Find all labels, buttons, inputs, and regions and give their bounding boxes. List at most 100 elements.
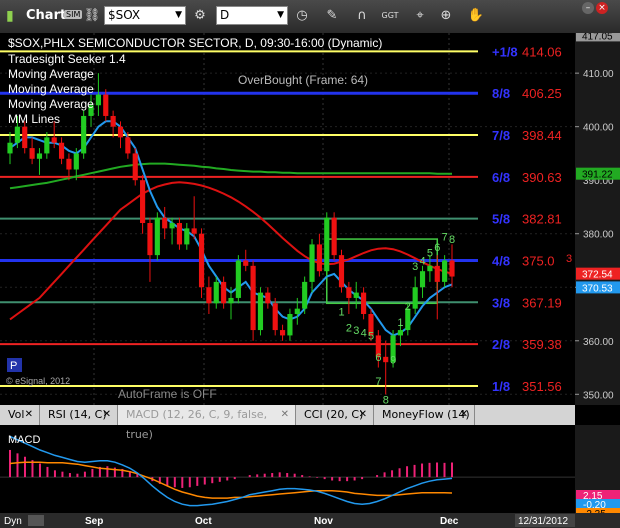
chart-header-title: $SOX,PHLX SEMICONDUCTOR SECTOR, D, 09:30… [8, 36, 382, 50]
candle-body [434, 265, 440, 282]
candle-body [103, 94, 109, 116]
indicator-tabs: Vol ✕ RSI (14, C) ✕ MACD (12, 26, C, 9, fa… [0, 405, 575, 441]
settings-gear-icon[interactable]: ⚙ [190, 6, 210, 26]
tab-vol[interactable]: Vol ✕ [0, 405, 40, 425]
month-label: Dec [440, 516, 459, 527]
scroll-handle[interactable] [28, 515, 44, 526]
candle-body [191, 228, 197, 234]
chart-icon: ▮ [6, 8, 14, 24]
candle-body [169, 223, 175, 229]
seeker-count: 4 [420, 255, 426, 267]
murrey-label: 8/8 [492, 86, 510, 101]
candle-body [154, 217, 160, 256]
seeker-count: 6 [434, 242, 440, 254]
candle-body [449, 260, 455, 277]
overbought-label: OverBought (Frame: 64) [238, 73, 368, 87]
study-label: Moving Average [8, 97, 94, 111]
partial-label: 3 [566, 253, 572, 265]
close-icon[interactable]: ✕ [359, 405, 367, 425]
candle-body [353, 292, 359, 298]
murrey-label: 3/8 [492, 295, 510, 310]
ggt-button[interactable]: GGT [380, 6, 400, 26]
link-icon[interactable]: ⛓ [82, 6, 102, 26]
copyright: © eSignal, 2012 [6, 376, 70, 386]
hand-icon[interactable]: ✋ [466, 6, 486, 26]
interval-input[interactable]: D ▼ [216, 6, 288, 25]
murrey-value: 359.38 [522, 337, 562, 352]
candle-body [250, 265, 256, 331]
clock-icon[interactable]: ◷ [292, 6, 312, 26]
symbol-input[interactable]: $SOX ▼ [104, 6, 186, 25]
candle-body [316, 244, 322, 272]
crosshair-icon[interactable]: ⌖ [410, 6, 430, 26]
study-label: Moving Average [8, 82, 94, 96]
candle-body [132, 153, 138, 181]
tab-moneyflow[interactable]: MoneyFlow (14) ✕ [374, 405, 475, 425]
candle-body [36, 153, 43, 159]
close-icon[interactable]: ✕ [103, 405, 111, 425]
close-icon[interactable]: × [596, 2, 608, 14]
murrey-label: 1/8 [492, 379, 510, 394]
murrey-value: 406.25 [522, 86, 562, 101]
close-icon[interactable]: ✕ [460, 405, 468, 425]
murrey-label: 6/8 [492, 170, 510, 185]
candle-body [265, 292, 271, 304]
seeker-count: 1 [397, 317, 403, 329]
price-tick-label: 350.00 [583, 390, 614, 401]
price-axis-bg [575, 33, 620, 405]
candle-body [147, 223, 153, 256]
murrey-value: 382.81 [522, 212, 562, 227]
candle-body [427, 265, 433, 272]
seeker-count: 8 [449, 234, 455, 246]
candle-body [110, 115, 116, 127]
candle-body [7, 142, 13, 154]
murrey-value: 414.06 [522, 44, 562, 59]
zoom-icon[interactable]: ⊕ [436, 6, 456, 26]
murrey-value: 398.44 [522, 128, 562, 143]
murrey-value: 351.56 [522, 379, 562, 394]
seeker-count: 6 [375, 352, 381, 364]
window-title: Chart [26, 8, 67, 23]
candle-body [346, 287, 352, 298]
murrey-label: 2/8 [492, 337, 510, 352]
tab-cci[interactable]: CCI (20, C) ✕ [296, 405, 374, 425]
close-icon[interactable]: ✕ [281, 405, 289, 425]
candle-body [213, 281, 219, 304]
candle-body [162, 217, 168, 229]
candle-body [184, 228, 190, 245]
dyn-label: Dyn [4, 516, 22, 527]
magnet-icon[interactable]: ∩ [352, 6, 372, 26]
candle-body [361, 292, 367, 315]
candle-body [73, 153, 79, 170]
candle-body [66, 158, 72, 170]
price-badge: 372.54 [582, 270, 613, 281]
candle-body [140, 180, 146, 224]
candle-body [243, 260, 249, 266]
candle-body [14, 126, 20, 143]
pencil-icon[interactable]: ✎ [322, 6, 342, 26]
macd-panel-bg [0, 425, 575, 513]
seeker-count: 9 [390, 355, 396, 367]
murrey-label: 5/8 [492, 212, 510, 227]
chevron-down-icon[interactable]: ▼ [277, 7, 284, 24]
candle-body [331, 217, 337, 256]
tab-macd[interactable]: MACD (12, 26, C, 9, false, true) ✕ [118, 405, 296, 441]
price-tick-label: 360.00 [583, 337, 614, 348]
candle-body [419, 271, 426, 288]
chevron-down-icon[interactable]: ▼ [175, 7, 182, 24]
tab-rsi[interactable]: RSI (14, C) ✕ [40, 405, 118, 425]
close-icon[interactable]: ✕ [25, 405, 33, 425]
candle-body [397, 330, 404, 336]
minimize-icon[interactable]: – [582, 2, 594, 14]
seeker-count: 1 [339, 306, 345, 318]
candle-body [338, 255, 345, 288]
seeker-count: 5 [427, 247, 433, 259]
price-chart[interactable]: 12 3 4 56789123 45 67 8 +1/8 414.068/8 406.257/8… [0, 33, 620, 528]
candle-body [29, 148, 35, 159]
seeker-count: 7 [442, 231, 448, 243]
candle-body [383, 356, 389, 363]
candle-body [442, 260, 448, 282]
seeker-count: 3 [412, 261, 418, 273]
candle-body [235, 260, 241, 298]
study-label: Tradesight Seeker 1.4 [8, 52, 126, 66]
